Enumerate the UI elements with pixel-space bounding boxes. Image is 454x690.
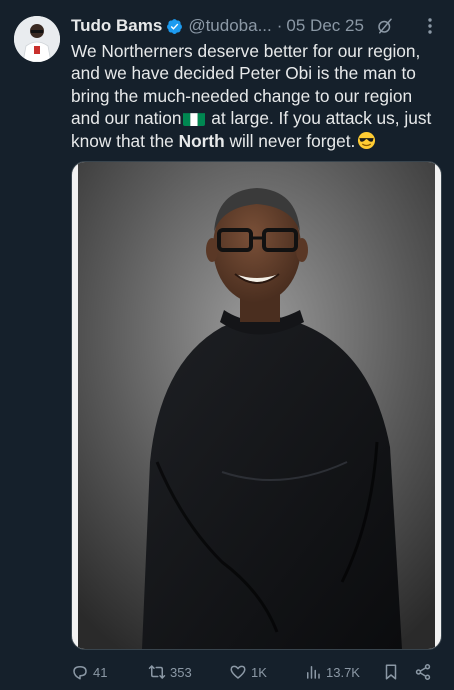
share-button[interactable] [414,663,432,681]
grok-icon[interactable] [376,17,394,35]
author-avatar[interactable] [14,16,60,62]
nigeria-flag-icon [182,111,205,127]
like-button[interactable]: 1K [229,663,267,681]
tweet-text: We Northerners deserve better for our re… [71,40,443,152]
tweet-media-image[interactable] [71,161,442,650]
views-button[interactable]: 13.7K [304,663,360,681]
retweet-icon [148,665,166,679]
retweet-button[interactable]: 353 [148,663,192,681]
reply-count: 41 [93,664,108,680]
like-count: 1K [251,664,267,680]
views-count: 13.7K [326,664,360,680]
tweet-action-bar: 41 353 1K 13.7K [71,661,443,683]
reply-button[interactable]: 41 [71,663,107,681]
tweet-date[interactable]: 05 Dec 25 [286,16,364,36]
verified-badge-icon [166,18,183,35]
sunglasses-emoji-icon [357,131,376,150]
retweet-count: 353 [170,664,192,680]
tweet-text-part3: will never forget. [224,130,356,151]
header-separator: · [276,16,283,35]
author-name[interactable]: Tudo Bams [71,16,162,36]
bookmark-icon [385,664,397,680]
bookmark-button[interactable] [382,663,400,681]
heart-icon [230,665,246,679]
views-chart-icon [307,666,320,679]
share-icon [415,664,431,680]
reply-icon [73,666,87,680]
tweet-text-bold: North [178,130,225,151]
tweet-header: Tudo Bams @tudoba... · 05 Dec 25 [71,15,440,37]
more-options-icon[interactable] [420,15,440,37]
author-handle[interactable]: @tudoba... [188,16,271,36]
